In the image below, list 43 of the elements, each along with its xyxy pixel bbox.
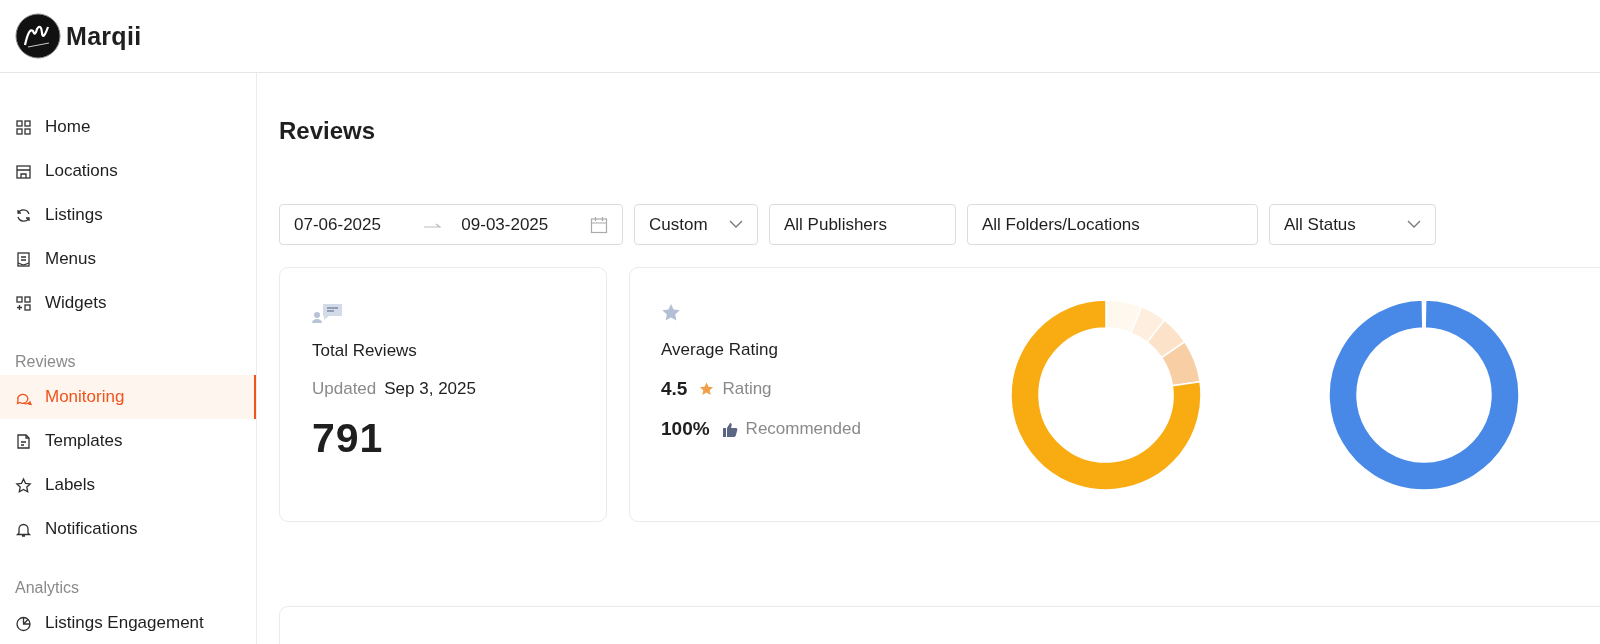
filter-select[interactable]: Custom: [634, 204, 758, 245]
nav-item[interactable]: Templates: [0, 419, 256, 463]
thumbs-up-icon: [721, 421, 738, 437]
recommended-label: Recommended: [745, 419, 861, 439]
widgets-icon: [15, 294, 32, 312]
calendar-icon: [589, 215, 608, 234]
nav-item[interactable]: Locations: [0, 149, 256, 193]
file-icon: [15, 432, 32, 450]
section-heading: Reviews: [14, 352, 77, 372]
nav-item[interactable]: Widgets: [0, 281, 256, 325]
section-heading: Analytics: [14, 578, 81, 598]
storefront-icon: [15, 162, 32, 180]
nav-item[interactable]: Notifications: [0, 507, 256, 551]
reviews-chat-icon: [312, 303, 343, 323]
recommended-value: 100%: [661, 418, 710, 440]
grid-icon: [15, 118, 32, 136]
logo-icon: [15, 13, 61, 59]
rating-value: 4.5: [661, 378, 688, 400]
nav-item[interactable]: Listings: [0, 193, 256, 237]
nav-item[interactable]: Home: [0, 105, 256, 149]
refresh-icon: [15, 206, 32, 224]
updated-date: Sep 3, 2025: [384, 379, 476, 399]
star-icon: [15, 476, 32, 494]
star-icon: [699, 382, 715, 396]
card-title: Total Reviews: [312, 341, 418, 361]
nav-item[interactable]: Labels: [0, 463, 256, 507]
page-title: Reviews: [279, 116, 376, 146]
nav-item[interactable]: Menus: [0, 237, 256, 281]
filter-select[interactable]: All Status: [1269, 204, 1436, 245]
nav-item[interactable]: Listings Engagement: [0, 601, 256, 644]
chevron-down-icon: [1407, 220, 1421, 229]
review-count: 791: [312, 415, 384, 462]
filter-select[interactable]: All Publishers: [769, 204, 956, 245]
pie-chart-icon: [15, 614, 32, 632]
brand-name: Marqii: [66, 21, 142, 51]
document-icon: [15, 250, 32, 268]
star-icon: [661, 303, 681, 322]
updated-label: Updated: [312, 379, 377, 399]
rating-label: Rating: [722, 379, 772, 399]
date-range-field[interactable]: 07-06-2025 09-03-2025: [279, 204, 623, 245]
chevron-down-icon: [729, 220, 743, 229]
filter-select[interactable]: All Folders/Locations: [967, 204, 1258, 245]
card-title: Average Rating: [661, 340, 779, 360]
